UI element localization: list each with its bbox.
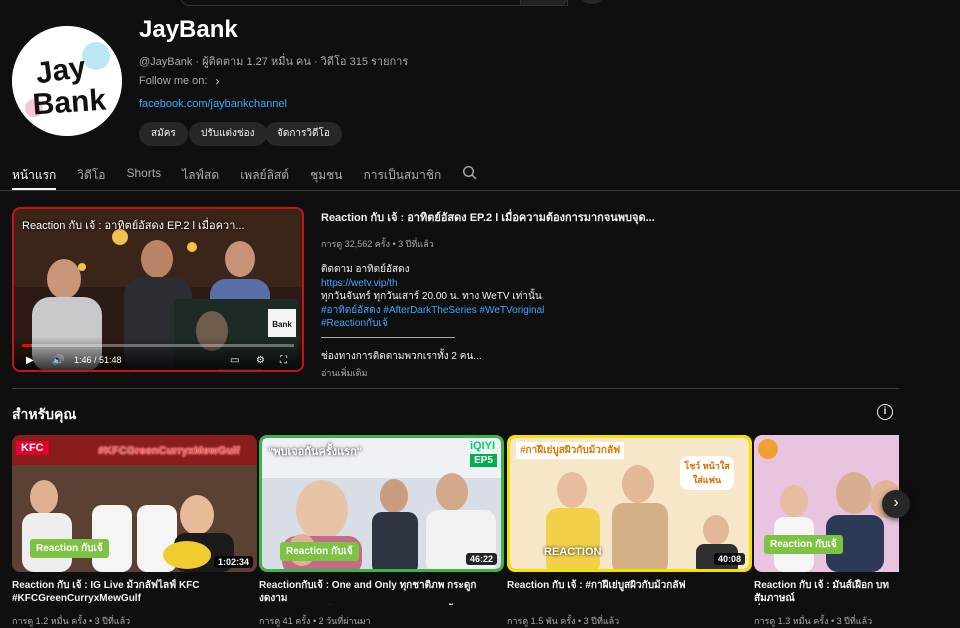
hashtags[interactable]: #อาทิตย์อัสดง #AfterDarkTheSeries #WeTVo…	[321, 304, 881, 318]
featured-video-player[interactable]: Bank Reaction กับ เจ้ : อาทิตย์อัสดง EP.…	[12, 207, 304, 372]
thumb-headline: "พบเจอกันครั้งแรก"	[268, 446, 362, 458]
fullscreen-icon[interactable]: ⛶	[280, 355, 287, 366]
featured-overlay-title: Reaction กับ เจ้ : อาทิตย์อัสดง EP.2 l เ…	[22, 220, 245, 232]
channel-meta: @JayBank · ผู้ติดตาม 1.27 หมื่น คน · วิด…	[139, 56, 409, 68]
reaction-badge: Reaction กับเจ้	[764, 535, 843, 554]
customize-channel-button[interactable]: ปรับแต่งช่อง	[189, 122, 267, 146]
channel-name: JayBank	[139, 16, 238, 43]
wetv-link[interactable]: https://wetv.vip/th	[321, 277, 881, 291]
video-title[interactable]: Reaction กับ เจ้ : มันส์เฝือก บทสัมภาษณ์…	[754, 579, 899, 605]
featured-title[interactable]: Reaction กับ เจ้ : อาทิตย์อัสดง EP.2 l เ…	[321, 208, 881, 226]
follow-label: Follow me on:	[139, 75, 208, 87]
video-card[interactable]: #กาฝีเย่บูสผิวกับม้วกลัฟ โชว์ หน้าใส ใส่…	[507, 435, 752, 628]
progress-fill	[22, 344, 32, 347]
volume-icon[interactable]: 🔊	[52, 355, 64, 366]
channel-tabs: หน้าแรก วิดีโอ Shorts ไลฟ์สด เพลย์ลิสต์ …	[12, 158, 478, 190]
video-stats: การดู 1.5 พัน ครั้ง • 3 ปีที่แล้ว	[507, 616, 620, 626]
tab-home[interactable]: หน้าแรก	[12, 158, 57, 190]
video-thumbnail[interactable]: KFC #KFCGreenCurryxMewGulf Reaction กับเ…	[12, 435, 257, 572]
video-stats: การดู 1.3 หมื่น ครั้ง • 3 ปีที่แล้ว	[754, 616, 873, 626]
carousel-next-button[interactable]: ›	[882, 490, 910, 518]
subscribe-button[interactable]: สมัคร	[139, 122, 188, 146]
video-stats: การดู 41 ครั้ง • 2 วันที่ผ่านมา	[259, 616, 371, 626]
search-box[interactable]	[180, 0, 568, 6]
manage-videos-button[interactable]: จัดการวิดีโอ	[265, 122, 342, 146]
video-stats: การดู 1.2 หมื่น ครั้ง • 3 ปีที่แล้ว	[12, 616, 131, 626]
reaction-badge: Reaction กับเจ้	[30, 539, 109, 558]
video-duration: 1:02:34	[213, 556, 253, 568]
iqiyi-logo: iQIYI	[469, 440, 495, 452]
tab-playlists[interactable]: เพลย์ลิสต์	[240, 158, 289, 190]
video-title[interactable]: Reactionกับเจ้ : One and Only ทุกชาติภพ …	[259, 579, 504, 605]
facebook-link[interactable]: facebook.com/jaybankchannel	[139, 98, 287, 110]
player-time: 1:46 / 51:48	[74, 355, 122, 365]
featured-stats: การดู 32,562 ครั้ง • 3 ปีที่แล้ว	[321, 239, 434, 249]
tab-live[interactable]: ไลฟ์สด	[182, 158, 219, 190]
video-title[interactable]: Reaction กับ เจ้ : #กาฝีเย่บูสผิวกับม้วก…	[507, 579, 752, 605]
thumb-hashtag: #KFCGreenCurryxMewGulf	[98, 445, 240, 457]
svg-text:Bank: Bank	[32, 83, 108, 121]
video-card[interactable]: KFC #KFCGreenCurryxMewGulf Reaction กับเ…	[12, 435, 257, 628]
voice-search-button[interactable]	[580, 0, 604, 4]
hashtag-reaction[interactable]: #Reactionกับเจ้	[321, 317, 881, 331]
video-duration: 40:08	[713, 553, 745, 565]
desc-line-3: ช่องทางการติดตามพวกเราทั้ง 2 คน...	[321, 350, 482, 362]
video-card[interactable]: Reaction กับเจ้ Reaction กับ เจ้ : มันส์…	[754, 435, 899, 628]
chevron-right-icon[interactable]: ›	[215, 74, 219, 88]
channel-avatar: Jay Bank	[12, 26, 122, 136]
desc-line-1: ติดตาม อาทิตย์อัสดง	[321, 264, 410, 275]
episode-badge: EP5	[470, 454, 497, 467]
video-duration: 46:22	[465, 553, 497, 565]
tab-community[interactable]: ชุมชน	[310, 158, 342, 190]
video-thumbnail[interactable]: #กาฝีเย่บูสผิวกับม้วกลัฟ โชว์ หน้าใส ใส่…	[507, 435, 752, 572]
play-icon[interactable]: ▶	[26, 355, 34, 366]
search-button[interactable]	[520, 0, 568, 6]
tab-videos[interactable]: วิดีโอ	[77, 158, 105, 190]
video-thumbnail[interactable]: Reaction กับเจ้	[754, 435, 899, 572]
tab-shorts[interactable]: Shorts	[126, 158, 161, 190]
tab-membership[interactable]: การเป็นสมาชิก	[363, 158, 441, 190]
video-card[interactable]: "พบเจอกันครั้งแรก" iQIYI EP5 Reaction กั…	[259, 435, 504, 628]
reaction-badge: REACTION	[544, 546, 602, 558]
desc-separator	[321, 336, 455, 338]
video-thumbnail[interactable]: "พบเจอกันครั้งแรก" iQIYI EP5 Reaction กั…	[259, 435, 504, 572]
read-more-link[interactable]: อ่านเพิ่มเติม	[321, 366, 881, 380]
for-you-title: สำหรับคุณ	[12, 406, 77, 422]
featured-info: Reaction กับ เจ้ : อาทิตย์อัสดง EP.2 l เ…	[321, 208, 881, 380]
follow-links[interactable]: Follow me on: ›	[139, 74, 219, 88]
tabs-divider	[0, 190, 960, 191]
subtitles-icon[interactable]: ▭	[230, 355, 239, 366]
thumb-brand: KFC	[16, 441, 49, 455]
video-title[interactable]: Reaction กับ เจ้ : IG Live ม้วกลัฟไลฟ์ K…	[12, 579, 257, 605]
settings-icon[interactable]: ⚙	[256, 355, 265, 366]
channel-search-icon[interactable]	[462, 158, 478, 186]
section-divider	[12, 388, 899, 389]
featured-description: ติดตาม อาทิตย์อัสดง https://wetv.vip/th …	[321, 263, 881, 363]
info-icon[interactable]: i	[877, 404, 893, 420]
thumb-bubble: โชว์ หน้าใส ใส่แฟน	[680, 456, 734, 490]
chevron-right-icon: ›	[893, 494, 899, 511]
desc-line-2: ทุกวันจันทร์ ทุกวันเสาร์ 20.00 น. ทาง We…	[321, 291, 542, 302]
progress-bar[interactable]	[22, 344, 294, 347]
thumb-hashtag: #กาฝีเย่บูสผิวกับม้วกลัฟ	[516, 442, 625, 459]
reaction-badge: Reaction กับเจ้	[280, 542, 359, 561]
